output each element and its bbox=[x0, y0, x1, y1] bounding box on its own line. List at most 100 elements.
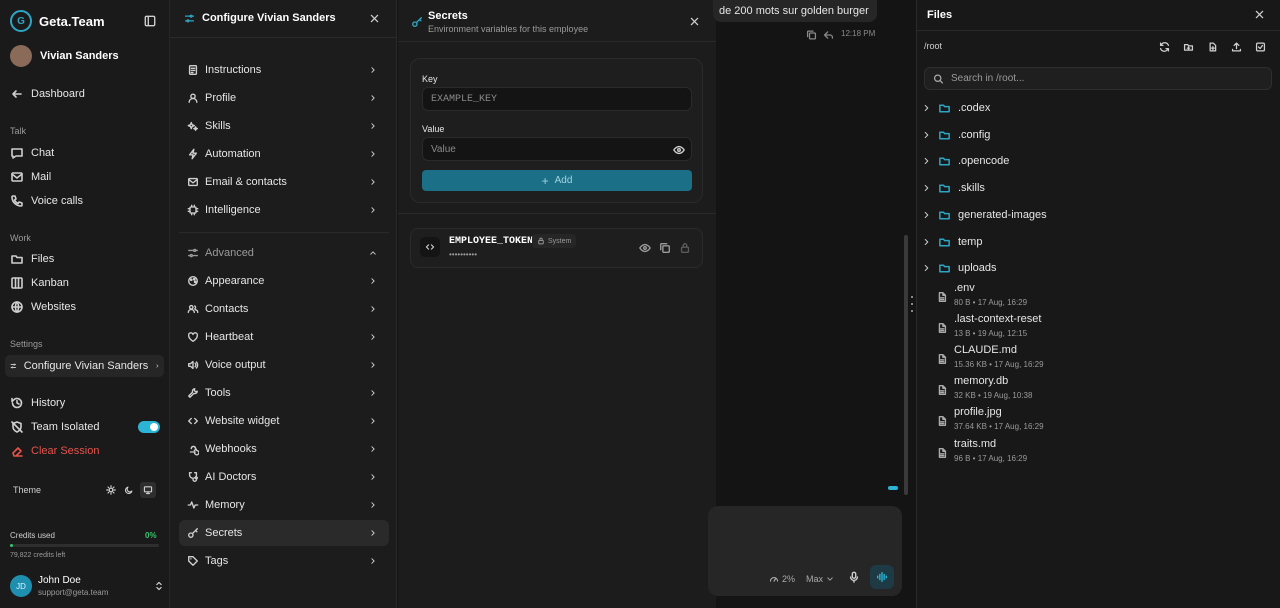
nav-mail[interactable]: Mail bbox=[10, 167, 160, 187]
file-row[interactable]: .last-context-reset 13 B • 19 Aug, 12:15 bbox=[936, 313, 1266, 343]
config-item-webhooks[interactable]: Webhooks bbox=[187, 436, 387, 462]
folder-row[interactable]: .codex bbox=[922, 95, 1272, 121]
close-icon bbox=[1255, 10, 1264, 19]
config-item-label: Tags bbox=[205, 555, 229, 567]
config-item-tags[interactable]: Tags bbox=[187, 548, 387, 574]
config-item-tools[interactable]: Tools bbox=[187, 380, 387, 406]
config-item-website-widget[interactable]: Website widget bbox=[187, 408, 387, 434]
credits-bar bbox=[10, 544, 159, 547]
advanced-toggle[interactable]: Advanced bbox=[187, 240, 387, 266]
chevron-right-icon bbox=[371, 334, 375, 340]
file-row[interactable]: profile.jpg 37.64 KB • 17 Aug, 16:29 bbox=[936, 406, 1266, 436]
add-secret-button[interactable]: + Add bbox=[422, 170, 692, 191]
typing-indicator bbox=[888, 486, 898, 490]
file-row[interactable]: .env 80 B • 17 Aug, 16:29 bbox=[936, 282, 1266, 312]
copy-secret-button[interactable] bbox=[659, 241, 671, 255]
new-folder-button[interactable] bbox=[1183, 40, 1194, 54]
close-secrets-button[interactable] bbox=[689, 16, 700, 27]
close-configure-button[interactable] bbox=[369, 13, 380, 24]
nav-files[interactable]: Files bbox=[10, 249, 160, 269]
contacts-icon bbox=[187, 304, 199, 314]
collapse-sidebar-icon[interactable] bbox=[144, 15, 156, 27]
nav-history[interactable]: History bbox=[10, 393, 160, 413]
brand[interactable]: G Geta.Team bbox=[10, 10, 105, 32]
chevron-right-icon bbox=[371, 151, 375, 157]
chevron-right-icon bbox=[924, 238, 929, 245]
chevron-down-icon bbox=[827, 577, 833, 581]
new-file-button[interactable] bbox=[1207, 40, 1218, 54]
config-item-label: Webhooks bbox=[205, 443, 257, 455]
close-files-button[interactable] bbox=[1254, 9, 1265, 20]
config-item-label: Automation bbox=[205, 148, 261, 160]
nav-websites[interactable]: Websites bbox=[10, 297, 160, 317]
file-row[interactable]: CLAUDE.md 15.36 KB • 17 Aug, 16:29 bbox=[936, 344, 1266, 374]
key-label: Key bbox=[422, 74, 438, 84]
folder-row[interactable]: uploads bbox=[922, 255, 1272, 281]
nav-voice-calls[interactable]: Voice calls bbox=[10, 191, 160, 211]
model-select[interactable]: Max bbox=[806, 572, 834, 586]
nav-clear-session-label: Clear Session bbox=[31, 445, 100, 457]
divider bbox=[179, 232, 389, 233]
chevron-right-icon bbox=[371, 418, 375, 424]
theme-system-button[interactable] bbox=[140, 482, 156, 498]
refresh-button[interactable] bbox=[1159, 40, 1170, 54]
nav-dashboard[interactable]: Dashboard bbox=[10, 84, 160, 104]
nav-chat[interactable]: Chat bbox=[10, 143, 160, 163]
config-item-email-contacts[interactable]: Email & contacts bbox=[187, 169, 387, 195]
account-menu[interactable]: JD John Doe support@geta.team bbox=[6, 570, 164, 602]
config-item-label: Secrets bbox=[205, 527, 243, 539]
instructions-icon bbox=[188, 65, 198, 75]
file-meta: 15.36 KB • 17 Aug, 16:29 bbox=[954, 360, 1044, 370]
folder-row[interactable]: .opencode bbox=[922, 148, 1272, 174]
config-item-appearance[interactable]: Appearance bbox=[187, 268, 387, 294]
chevron-right-icon bbox=[371, 530, 375, 536]
current-employee[interactable]: Vivian Sanders bbox=[10, 45, 119, 67]
chat-scrollbar[interactable] bbox=[904, 235, 908, 495]
nav-history-label: History bbox=[31, 397, 66, 409]
reply-button[interactable] bbox=[823, 28, 834, 42]
folder-row[interactable]: .skills bbox=[922, 175, 1272, 201]
context-usage-value: 2% bbox=[782, 574, 796, 584]
upload-button[interactable] bbox=[1231, 40, 1242, 54]
team-isolated-toggle[interactable] bbox=[138, 421, 160, 433]
folder-icon bbox=[939, 237, 950, 246]
skills-icon bbox=[187, 121, 198, 131]
config-item-memory[interactable]: Memory bbox=[187, 492, 387, 518]
microphone-button[interactable] bbox=[848, 570, 860, 584]
config-item-heartbeat[interactable]: Heartbeat bbox=[187, 324, 387, 350]
config-item-ai-doctors[interactable]: AI Doctors bbox=[187, 464, 387, 490]
chevron-right-icon bbox=[371, 306, 375, 312]
config-item-skills[interactable]: Skills bbox=[187, 113, 387, 139]
file-search[interactable]: Search in /root... bbox=[924, 67, 1272, 90]
config-item-intelligence[interactable]: Intelligence bbox=[187, 197, 387, 223]
chevron-right-icon bbox=[371, 502, 375, 508]
file-icon bbox=[938, 292, 947, 302]
theme-light-button[interactable] bbox=[103, 482, 119, 498]
folder-row[interactable]: generated-images bbox=[922, 202, 1272, 228]
nav-kanban[interactable]: Kanban bbox=[10, 273, 160, 293]
config-item-secrets[interactable]: Secrets bbox=[187, 520, 387, 546]
resize-handle[interactable] bbox=[910, 296, 914, 312]
value-input[interactable]: Value bbox=[422, 137, 692, 161]
show-value-button[interactable] bbox=[673, 143, 685, 157]
arrow-left-icon bbox=[12, 90, 22, 98]
chevron-right-icon bbox=[371, 278, 375, 284]
select-button[interactable] bbox=[1255, 40, 1266, 54]
config-item-profile[interactable]: Profile bbox=[187, 85, 387, 111]
config-item-instructions[interactable]: Instructions bbox=[187, 57, 387, 83]
file-row[interactable]: memory.db 32 KB • 19 Aug, 10:38 bbox=[936, 375, 1266, 405]
folder-row[interactable]: .config bbox=[922, 122, 1272, 148]
voice-mode-button[interactable] bbox=[870, 565, 894, 589]
nav-configure[interactable]: Configure Vivian Sanders bbox=[10, 356, 160, 376]
file-row[interactable]: traits.md 96 B • 17 Aug, 16:29 bbox=[936, 438, 1266, 468]
config-item-contacts[interactable]: Contacts bbox=[187, 296, 387, 322]
nav-clear-session[interactable]: Clear Session bbox=[10, 441, 160, 461]
key-input[interactable]: EXAMPLE_KEY bbox=[422, 87, 692, 111]
config-item-automation[interactable]: Automation bbox=[187, 141, 387, 167]
reveal-secret-button[interactable] bbox=[639, 241, 651, 255]
folder-row[interactable]: temp bbox=[922, 229, 1272, 255]
config-item-voice-output[interactable]: Voice output bbox=[187, 352, 387, 378]
copy-message-button[interactable] bbox=[806, 28, 817, 42]
nav-voice-calls-label: Voice calls bbox=[31, 195, 83, 207]
theme-dark-button[interactable] bbox=[121, 482, 137, 498]
